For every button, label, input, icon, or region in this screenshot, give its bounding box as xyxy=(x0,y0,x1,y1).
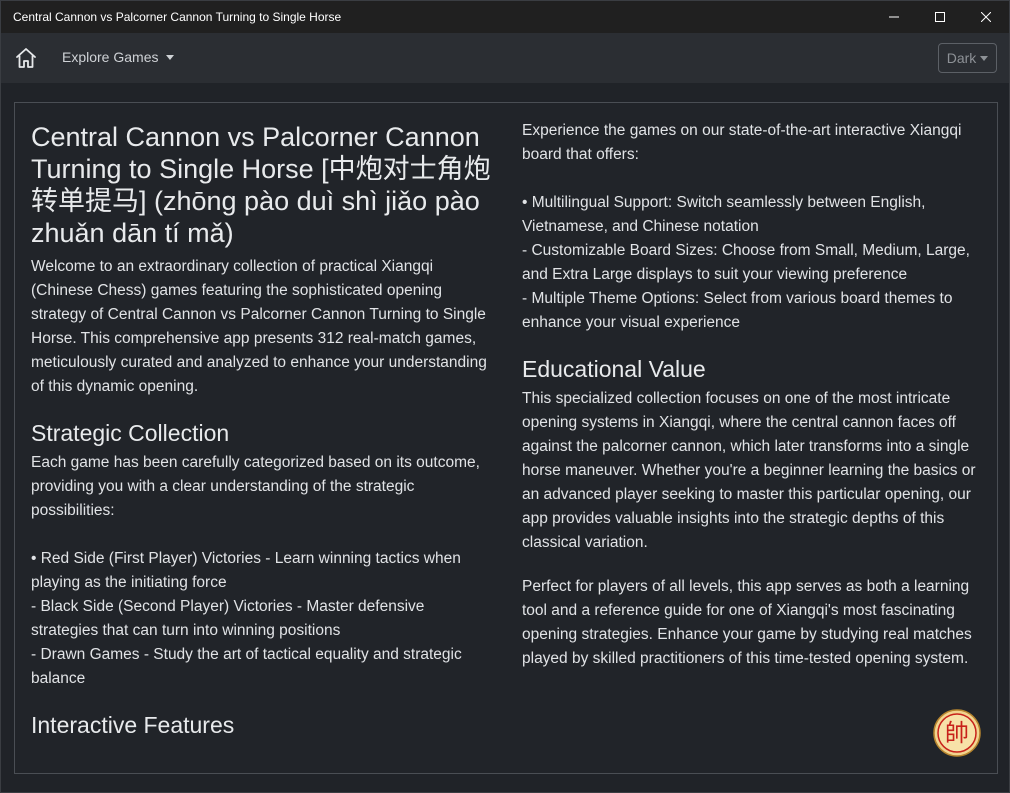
strategic-collection-heading: Strategic Collection xyxy=(31,420,230,446)
strategic-item-red: • Red Side (First Player) Victories - Le… xyxy=(31,550,461,591)
home-button[interactable] xyxy=(13,45,39,71)
app-window: Central Cannon vs Palcorner Cannon Turni… xyxy=(0,0,1010,793)
maximize-button[interactable] xyxy=(917,1,963,33)
page-title: Central Cannon vs Palcorner Cannon Turni… xyxy=(31,122,491,248)
closing-paragraph: Perfect for players of all levels, this … xyxy=(522,578,972,667)
badge-character: 帥 xyxy=(945,719,969,747)
intro-paragraph: Welcome to an extraordinary collection o… xyxy=(31,258,487,395)
strategic-item-black: - Black Side (Second Player) Victories -… xyxy=(31,598,425,639)
content-panel: Central Cannon vs Palcorner Cannon Turni… xyxy=(14,102,998,774)
chevron-down-icon xyxy=(980,56,989,61)
interactive-features-heading: Interactive Features xyxy=(31,712,235,738)
strategic-paragraph: Each game has been carefully categorized… xyxy=(31,454,480,519)
minimize-button[interactable] xyxy=(871,1,917,33)
strategic-item-draw: - Drawn Games - Study the art of tactica… xyxy=(31,646,462,687)
title-bar: Central Cannon vs Palcorner Cannon Turni… xyxy=(1,1,1009,33)
explore-games-dropdown[interactable]: Explore Games xyxy=(62,49,175,65)
feature-item-multilingual: • Multilingual Support: Switch seamlessl… xyxy=(522,194,926,235)
feature-item-themes: - Multiple Theme Options: Select from va… xyxy=(522,290,953,331)
window-title: Central Cannon vs Palcorner Cannon Turni… xyxy=(13,10,342,24)
xiangqi-general-piece-icon: 帥 xyxy=(933,709,981,757)
chevron-down-icon xyxy=(166,55,175,60)
interactive-paragraph: Experience the games on our state-of-the… xyxy=(522,122,962,163)
educational-paragraph: This specialized collection focuses on o… xyxy=(522,390,976,551)
left-column: Central Cannon vs Palcorner Cannon Turni… xyxy=(31,103,491,743)
nav-bar: Explore Games Dark xyxy=(1,33,1009,83)
theme-label: Dark xyxy=(946,50,977,66)
theme-dropdown-button[interactable]: Dark xyxy=(938,43,997,73)
home-icon xyxy=(16,48,36,68)
close-button[interactable] xyxy=(963,1,1009,33)
minimize-icon xyxy=(889,16,899,18)
educational-value-heading: Educational Value xyxy=(522,356,706,382)
close-icon xyxy=(981,12,991,22)
feature-item-board-sizes: - Customizable Board Sizes: Choose from … xyxy=(522,242,970,283)
maximize-icon xyxy=(935,12,945,22)
explore-games-label: Explore Games xyxy=(62,49,159,65)
right-column: Experience the games on our state-of-the… xyxy=(522,103,980,671)
